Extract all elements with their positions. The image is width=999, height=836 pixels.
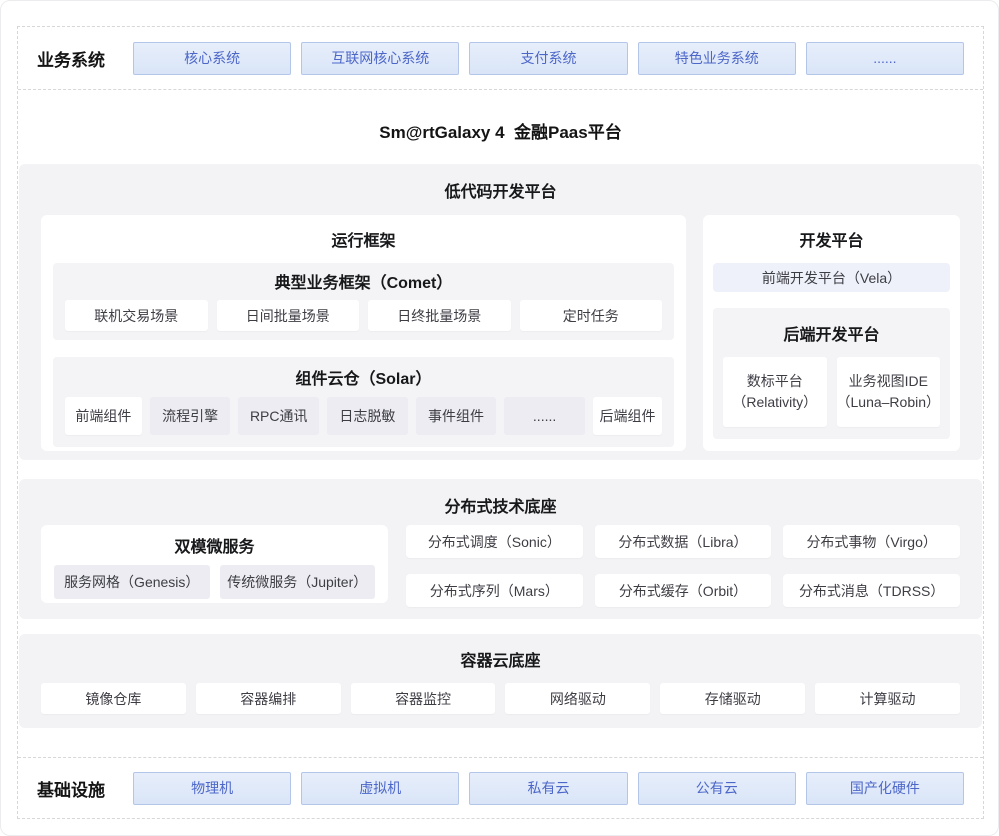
solar-log-masking: 日志脱敏 xyxy=(327,397,408,435)
dev-platform-title: 开发平台 xyxy=(713,227,950,251)
container-cloud-items: 镜像仓库 容器编排 容器监控 网络驱动 存储驱动 计算驱动 xyxy=(19,683,982,714)
vela-frontend-dev-platform: 前端开发平台（Vela） xyxy=(713,263,950,292)
chip-internet-core-system: 互联网核心系统 xyxy=(301,42,459,75)
solar-rpc-comm: RPC通讯 xyxy=(238,397,319,435)
lowcode-body: 运行框架 典型业务框架（Comet） 联机交易场景 日间批量场景 日终批量场景 … xyxy=(19,215,982,451)
solar-process-engine: 流程引擎 xyxy=(150,397,231,435)
solar-items-row: 前端组件 流程引擎 RPC通讯 日志脱敏 事件组件 ...... 后端组件 xyxy=(65,397,662,435)
solar-title: 组件云仓（Solar） xyxy=(65,365,662,389)
container-monitoring: 容器监控 xyxy=(351,683,496,714)
backend-dev-title: 后端开发平台 xyxy=(723,321,940,345)
chip-ellipsis: ...... xyxy=(806,42,964,75)
sonic-distributed-scheduling: 分布式调度（Sonic） xyxy=(406,525,583,558)
infrastructure-row: 基础设施 物理机 虚拟机 私有云 公有云 国产化硬件 xyxy=(18,757,983,818)
container-orchestration: 容器编排 xyxy=(196,683,341,714)
business-systems-row: 业务系统 核心系统 互联网核心系统 支付系统 特色业务系统 ...... xyxy=(18,27,983,90)
lowcode-platform-section: 低代码开发平台 运行框架 典型业务框架（Comet） 联机交易场景 日间批量场景… xyxy=(19,164,982,460)
luna-robin-business-view-ide: 业务视图IDE （Luna–Robin） xyxy=(837,357,941,427)
comet-items-row: 联机交易场景 日间批量场景 日终批量场景 定时任务 xyxy=(65,300,662,331)
chip-private-cloud: 私有云 xyxy=(469,772,627,805)
business-systems-chips: 核心系统 互联网核心系统 支付系统 特色业务系统 ...... xyxy=(133,42,964,75)
comet-title: 典型业务框架（Comet） xyxy=(65,269,662,293)
tdrss-distributed-messaging: 分布式消息（TDRSS） xyxy=(783,574,960,607)
business-systems-label: 业务系统 xyxy=(37,46,133,71)
luna-robin-line2: （Luna–Robin） xyxy=(837,392,941,413)
runtime-framework-panel: 运行框架 典型业务框架（Comet） 联机交易场景 日间批量场景 日终批量场景 … xyxy=(41,215,686,451)
solar-ellipsis: ...... xyxy=(504,397,585,435)
chip-domestic-hardware: 国产化硬件 xyxy=(806,772,964,805)
backend-dev-panel: 后端开发平台 数标平台 （Relativity） 业务视图IDE （Luna–R… xyxy=(713,308,950,439)
comet-item-scheduled-task: 定时任务 xyxy=(520,300,663,331)
distributed-services-grid: 分布式调度（Sonic） 分布式数据（Libra） 分布式事物（Virgo） 分… xyxy=(406,525,960,607)
distributed-base-section: 分布式技术底座 双模微服务 服务网格（Genesis） 传统微服务（Jupite… xyxy=(19,479,982,619)
relativity-line2: （Relativity） xyxy=(732,392,817,413)
dev-platform-panel: 开发平台 前端开发平台（Vela） 后端开发平台 数标平台 （Relativit… xyxy=(703,215,960,451)
comet-item-online-trading: 联机交易场景 xyxy=(65,300,208,331)
page-title: Sm@rtGalaxy 4 金融Paas平台 xyxy=(18,118,983,143)
comet-panel: 典型业务框架（Comet） 联机交易场景 日间批量场景 日终批量场景 定时任务 xyxy=(53,263,674,340)
compute-driver: 计算驱动 xyxy=(815,683,960,714)
comet-item-endofday-batch: 日终批量场景 xyxy=(368,300,511,331)
distributed-body: 双模微服务 服务网格（Genesis） 传统微服务（Jupiter） 分布式调度… xyxy=(19,525,982,607)
infrastructure-label: 基础设施 xyxy=(37,776,133,801)
luna-robin-line1: 业务视图IDE xyxy=(849,371,928,392)
distributed-base-title: 分布式技术底座 xyxy=(19,493,982,517)
architecture-diagram: 业务系统 核心系统 互联网核心系统 支付系统 特色业务系统 ...... Sm@… xyxy=(0,0,999,836)
relativity-data-platform: 数标平台 （Relativity） xyxy=(723,357,827,427)
lowcode-platform-title: 低代码开发平台 xyxy=(19,178,982,202)
container-cloud-title: 容器云底座 xyxy=(19,647,982,671)
chip-physical-machine: 物理机 xyxy=(133,772,291,805)
chip-core-system: 核心系统 xyxy=(133,42,291,75)
solar-event-components: 事件组件 xyxy=(416,397,497,435)
genesis-service-mesh: 服务网格（Genesis） xyxy=(54,565,210,599)
dual-mode-microservices-panel: 双模微服务 服务网格（Genesis） 传统微服务（Jupiter） xyxy=(41,525,388,603)
comet-item-daytime-batch: 日间批量场景 xyxy=(217,300,360,331)
diagram-frame: 业务系统 核心系统 互联网核心系统 支付系统 特色业务系统 ...... Sm@… xyxy=(17,26,984,819)
dual-mode-items: 服务网格（Genesis） 传统微服务（Jupiter） xyxy=(54,565,375,599)
backend-dev-items: 数标平台 （Relativity） 业务视图IDE （Luna–Robin） xyxy=(723,357,940,427)
relativity-line1: 数标平台 xyxy=(747,371,803,392)
dual-mode-title: 双模微服务 xyxy=(54,533,375,557)
libra-distributed-data: 分布式数据（Libra） xyxy=(595,525,772,558)
chip-virtual-machine: 虚拟机 xyxy=(301,772,459,805)
solar-panel: 组件云仓（Solar） 前端组件 流程引擎 RPC通讯 日志脱敏 事件组件 ..… xyxy=(53,357,674,447)
runtime-framework-title: 运行框架 xyxy=(53,227,674,251)
infrastructure-chips: 物理机 虚拟机 私有云 公有云 国产化硬件 xyxy=(133,772,964,805)
orbit-distributed-cache: 分布式缓存（Orbit） xyxy=(595,574,772,607)
image-registry: 镜像仓库 xyxy=(41,683,186,714)
container-cloud-section: 容器云底座 镜像仓库 容器编排 容器监控 网络驱动 存储驱动 计算驱动 xyxy=(19,634,982,728)
solar-backend-components: 后端组件 xyxy=(593,397,662,435)
chip-special-business-system: 特色业务系统 xyxy=(638,42,796,75)
chip-public-cloud: 公有云 xyxy=(638,772,796,805)
chip-payment-system: 支付系统 xyxy=(469,42,627,75)
solar-frontend-components: 前端组件 xyxy=(65,397,142,435)
jupiter-traditional-microservices: 传统微服务（Jupiter） xyxy=(220,565,376,599)
storage-driver: 存储驱动 xyxy=(660,683,805,714)
mars-distributed-sequence: 分布式序列（Mars） xyxy=(406,574,583,607)
network-driver: 网络驱动 xyxy=(505,683,650,714)
virgo-distributed-transaction: 分布式事物（Virgo） xyxy=(783,525,960,558)
